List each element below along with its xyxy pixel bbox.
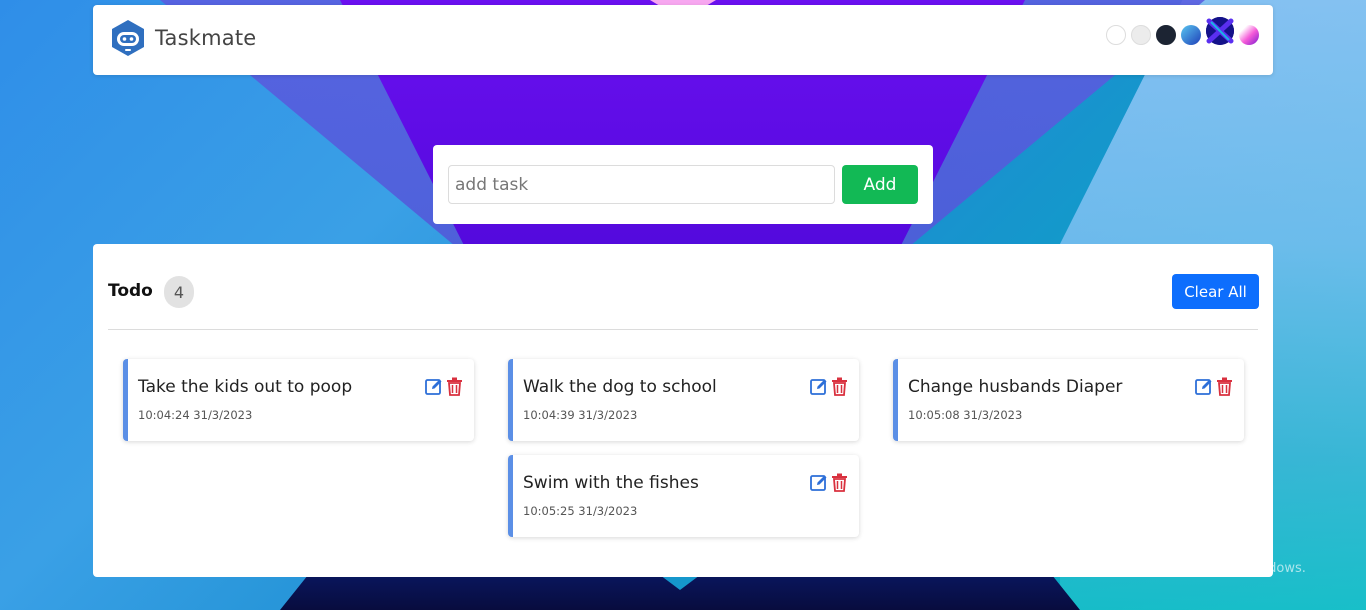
trash-icon[interactable] [446,377,463,396]
task-card: Walk the dog to school 10:04:39 31/3/202… [508,359,859,441]
task-timestamp: 10:05:08 31/3/2023 [908,408,1023,422]
theme-pink-option[interactable] [1239,25,1259,45]
edit-icon[interactable] [810,474,828,492]
task-input[interactable] [448,165,835,204]
watermark-subtitle: Go to Settings to activate Windows. [1073,561,1306,576]
edit-icon[interactable] [810,378,828,396]
theme-purple-option[interactable] [1206,17,1234,45]
theme-blue-option[interactable] [1181,25,1201,45]
edit-icon[interactable] [425,378,443,396]
add-task-form: Add [433,145,933,224]
divider [108,329,1258,330]
theme-picker [1101,17,1259,45]
task-timestamp: 10:05:25 31/3/2023 [523,504,638,518]
task-card: Change husbands Diaper 10:05:08 31/3/202… [893,359,1244,441]
watermark-title: Activate Windows [1073,537,1224,557]
theme-dark-option[interactable] [1156,25,1176,45]
app-name: Taskmate [155,26,257,50]
navbar: Taskmate [93,5,1273,75]
edit-icon[interactable] [1195,378,1213,396]
todo-panel: Todo 4 Clear All Take the kids out to po… [93,244,1273,577]
todo-count-badge: 4 [164,276,194,308]
task-name: Walk the dog to school [523,377,717,397]
theme-gray-option[interactable] [1131,25,1151,45]
task-timestamp: 10:04:24 31/3/2023 [138,408,253,422]
task-name: Take the kids out to poop [138,377,353,397]
task-name: Change husbands Diaper [908,377,1123,397]
brand[interactable]: Taskmate [109,19,256,57]
robot-head-icon [112,20,144,56]
trash-icon[interactable] [831,473,848,492]
add-button[interactable]: Add [842,165,918,204]
trash-icon[interactable] [1216,377,1233,396]
task-name: Swim with the fishes [523,473,699,493]
theme-light-option[interactable] [1106,25,1126,45]
task-card: Swim with the fishes 10:05:25 31/3/2023 [508,455,859,537]
selected-check-icon [1206,17,1234,45]
task-timestamp: 10:04:39 31/3/2023 [523,408,638,422]
clear-all-button[interactable]: Clear All [1172,274,1259,309]
todo-title: Todo [108,281,153,301]
task-card: Take the kids out to poop 10:04:24 31/3/… [123,359,474,441]
windows-activation-watermark: Activate Windows Go to Settings to activ… [1073,537,1306,576]
trash-icon[interactable] [831,377,848,396]
